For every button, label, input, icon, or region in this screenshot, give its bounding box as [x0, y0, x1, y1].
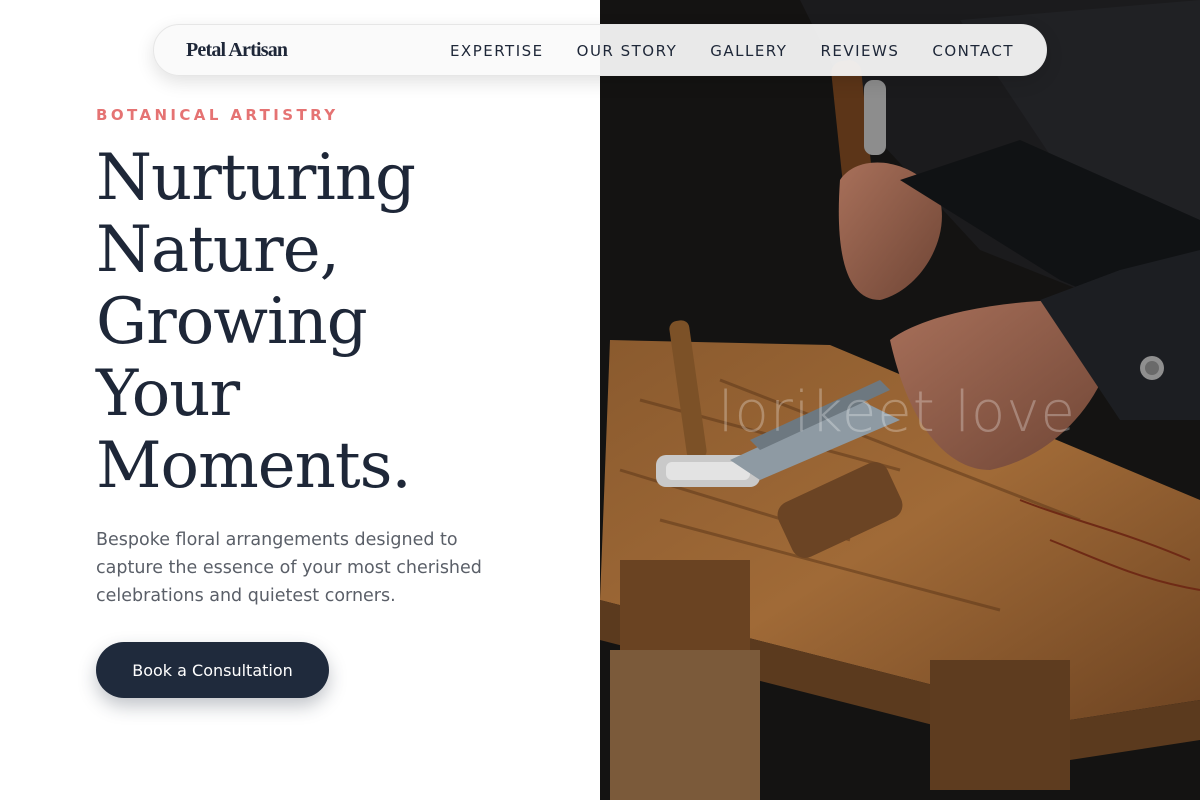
- hero-subtext: Bespoke floral arrangements designed to …: [96, 530, 482, 606]
- hero-headline: Nurturing Nature, Growing Your Moments.: [96, 142, 576, 502]
- nav-link-contact[interactable]: CONTACT: [932, 42, 1014, 60]
- headline-line: Growing: [96, 285, 368, 359]
- headline-line: Your: [96, 357, 240, 431]
- nav-links: EXPERTISE OUR STORY GALLERY REVIEWS CONT…: [450, 42, 1014, 60]
- top-navbar: Petal Artisan EXPERTISE OUR STORY GALLER…: [153, 24, 1047, 76]
- nav-link-reviews[interactable]: REVIEWS: [820, 42, 899, 60]
- headline-line: Nurturing: [96, 141, 416, 215]
- hero-photo: lorikeet love: [600, 0, 1200, 800]
- nav-link-our-story[interactable]: OUR STORY: [577, 42, 678, 60]
- nav-link-expertise[interactable]: EXPERTISE: [450, 42, 544, 60]
- photo-watermark: lorikeet love: [718, 380, 1076, 445]
- headline-line: Nature,: [96, 213, 340, 287]
- book-consultation-button[interactable]: Book a Consultation: [96, 642, 329, 698]
- brand-logo[interactable]: Petal Artisan: [186, 39, 288, 62]
- nav-link-gallery[interactable]: GALLERY: [710, 42, 787, 60]
- headline-line: Moments.: [96, 429, 412, 503]
- hero-eyebrow: BOTANICAL ARTISTRY: [96, 106, 339, 124]
